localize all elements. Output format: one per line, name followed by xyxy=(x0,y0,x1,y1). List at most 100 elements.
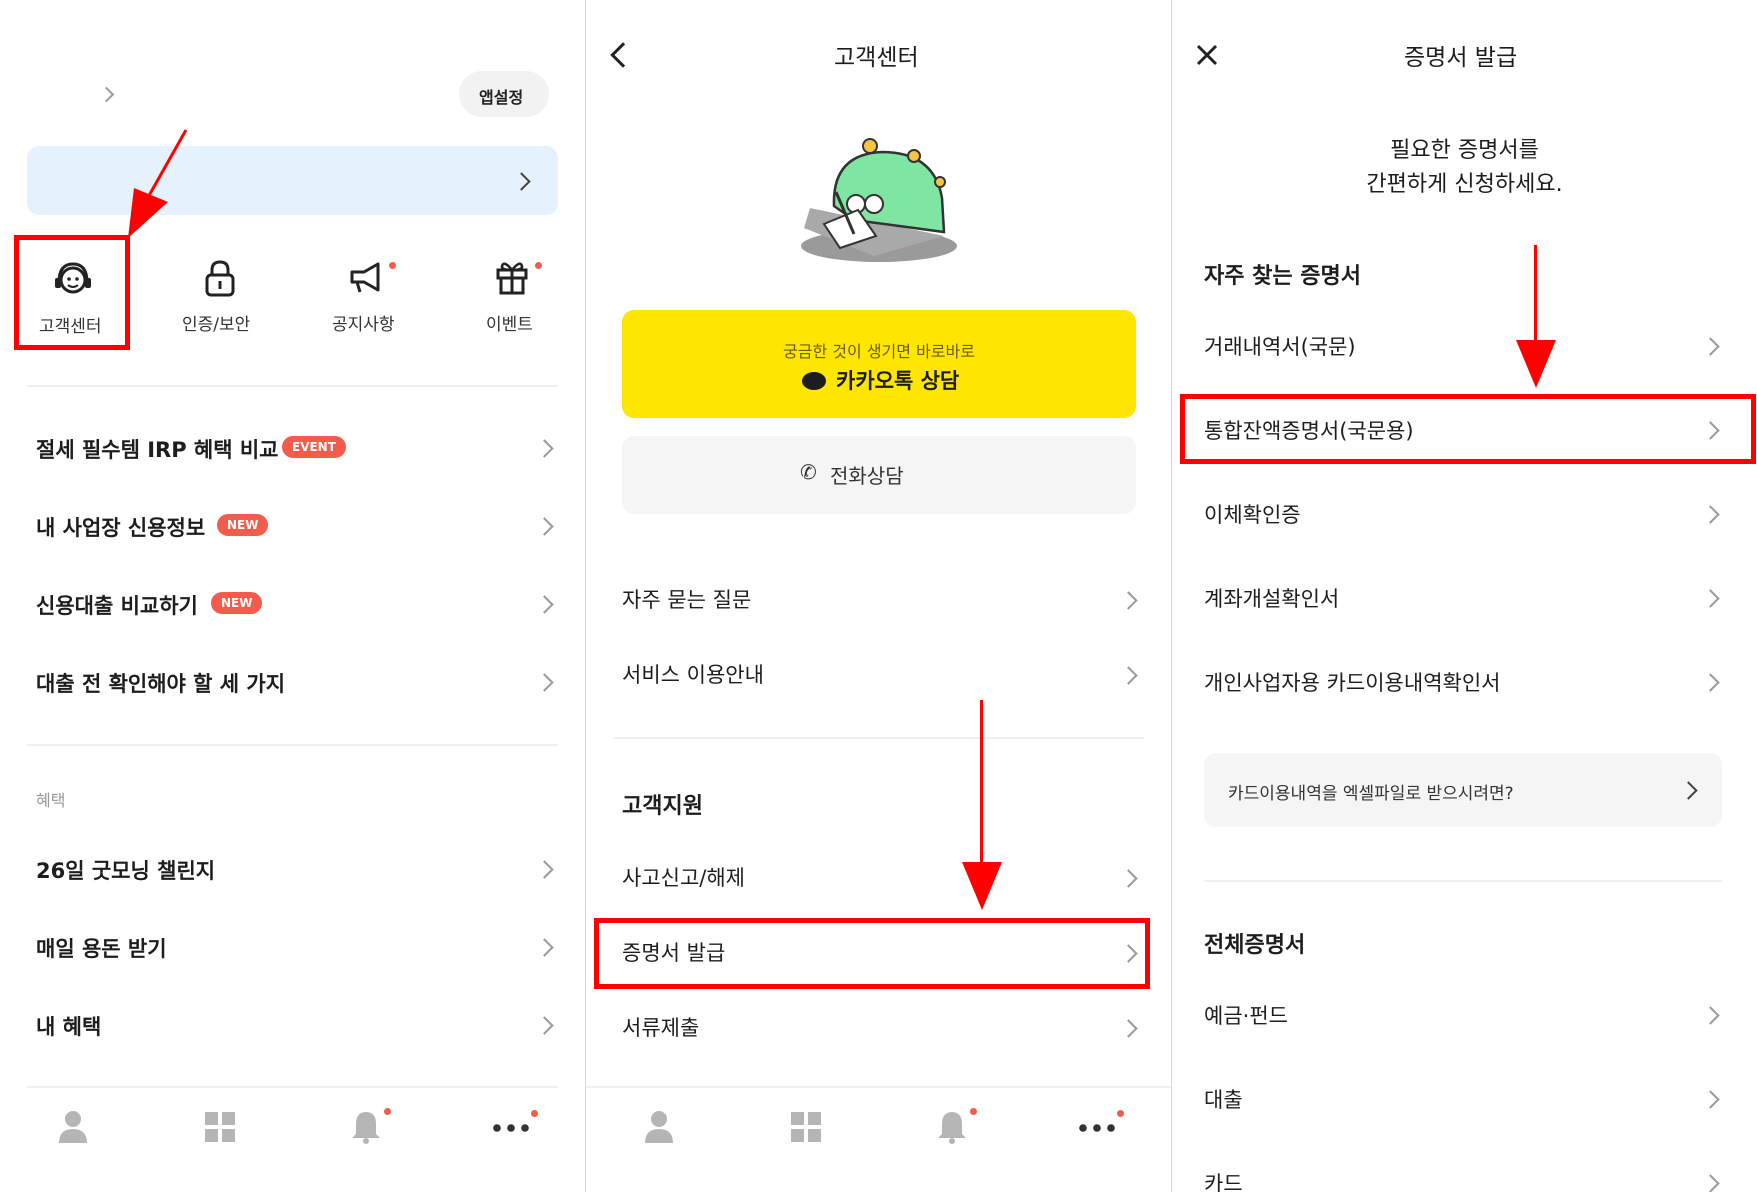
red-arrow-head xyxy=(962,862,1002,910)
kakao-chat-button[interactable]: 궁금한 것이 생기면 바로바로 카카오톡 상담 xyxy=(622,310,1136,418)
all-item-label: 카드 xyxy=(1204,1172,1243,1192)
list-item[interactable]: 내 사업장 신용정보 NEW xyxy=(36,506,556,546)
app-settings-button[interactable]: 앱설정 xyxy=(459,71,549,117)
frequent-item-label: 개인사업자용 카드이용내역확인서 xyxy=(1204,671,1501,695)
frequent-item-label: 거래내역서(국문) xyxy=(1204,335,1356,359)
more-new-dot xyxy=(1117,1110,1124,1117)
divider xyxy=(27,1086,558,1088)
quick-menu-notice[interactable]: 공지사항 xyxy=(306,250,426,340)
divider xyxy=(27,385,558,387)
top-banner[interactable] xyxy=(27,146,558,215)
quick-menu-event[interactable]: 이벤트 xyxy=(452,250,572,340)
divider xyxy=(614,737,1144,739)
benefit-item[interactable]: 매일 용돈 받기 xyxy=(36,927,556,967)
grid-icon[interactable] xyxy=(205,1112,235,1142)
all-item[interactable]: 카드 xyxy=(1204,1162,1726,1192)
list-item-label: 절세 필수템 IRP 혜택 비교 xyxy=(36,438,279,462)
lock-icon xyxy=(205,260,235,297)
kakao-sub-label: 궁금한 것이 생기면 바로바로 xyxy=(783,342,975,361)
profile-chevron-icon[interactable] xyxy=(98,86,115,103)
person-icon[interactable] xyxy=(58,1110,88,1144)
chevron-right-icon xyxy=(1119,869,1138,888)
close-icon[interactable] xyxy=(1196,44,1218,66)
chevron-right-icon xyxy=(535,860,554,879)
frequent-item[interactable]: 거래내역서(국문) xyxy=(1204,325,1726,365)
panel-customer-center: 고객센터 궁금한 것이 생기면 바로바로 카카오톡 상담 ✆ 전화상담 자주 묻… xyxy=(586,0,1171,1192)
list-item[interactable]: 신용대출 비교하기 NEW xyxy=(36,584,556,624)
benefit-item-label: 매일 용돈 받기 xyxy=(36,937,167,961)
red-arrow-annotation xyxy=(128,129,188,238)
chevron-right-icon xyxy=(1701,589,1720,608)
gift-icon xyxy=(496,262,528,295)
excel-download-banner[interactable]: 카드이용내역을 엑셀파일로 받으시려면? xyxy=(1204,753,1722,827)
all-item[interactable]: 대출 xyxy=(1204,1078,1726,1118)
support-item-label: 사고신고/해제 xyxy=(622,866,745,890)
list-item-label: 대출 전 확인해야 할 세 가지 xyxy=(36,672,286,696)
support-item[interactable]: 서류제출 xyxy=(622,1006,1142,1046)
new-badge: NEW xyxy=(211,592,263,614)
excel-banner-label: 카드이용내역을 엑셀파일로 받으시려면? xyxy=(1228,784,1514,804)
chevron-right-icon xyxy=(535,595,554,614)
back-icon[interactable] xyxy=(610,42,636,68)
bell-new-dot xyxy=(970,1108,977,1115)
red-arrow-head xyxy=(1516,340,1556,388)
frequent-item[interactable]: 이체확인증 xyxy=(1204,493,1726,533)
panel-more-menu: 앱설정 고객센터 인증/보안 공지사항 이벤트 절세 필수템 IRP 혜택 비교… xyxy=(0,0,585,1192)
phone-consult-button[interactable]: ✆ 전화상담 xyxy=(622,436,1136,514)
menu-item[interactable]: 서비스 이용안내 xyxy=(622,653,1142,693)
menu-item[interactable]: 자주 묻는 질문 xyxy=(622,578,1142,618)
event-badge: EVENT xyxy=(282,436,346,458)
bell-icon[interactable] xyxy=(352,1110,380,1144)
divider xyxy=(1204,880,1722,882)
support-heading: 고객지원 xyxy=(622,794,703,819)
speech-bubble-icon xyxy=(802,372,826,390)
frequent-item[interactable]: 계좌개설확인서 xyxy=(1204,577,1726,617)
list-item-label: 신용대출 비교하기 xyxy=(36,594,198,618)
frequent-item[interactable]: 개인사업자용 카드이용내역확인서 xyxy=(1204,661,1726,701)
menu-item-label: 서비스 이용안내 xyxy=(622,663,764,687)
all-item-label: 예금·펀드 xyxy=(1204,1004,1288,1028)
all-item-label: 대출 xyxy=(1204,1088,1243,1112)
benefit-item-label: 26일 굿모닝 챌린지 xyxy=(36,859,216,883)
list-item[interactable]: 절세 필수템 IRP 혜택 비교 EVENT xyxy=(36,428,556,468)
more-dots-icon[interactable] xyxy=(493,1124,529,1132)
benefit-item[interactable]: 26일 굿모닝 챌린지 xyxy=(36,849,556,889)
all-item[interactable]: 예금·펀드 xyxy=(1204,994,1726,1034)
chevron-right-icon xyxy=(1119,666,1138,685)
quick-menu-label: 이벤트 xyxy=(486,315,533,335)
list-item[interactable]: 대출 전 확인해야 할 세 가지 xyxy=(36,662,556,702)
frequent-item-label: 계좌개설확인서 xyxy=(1204,587,1340,611)
bell-icon[interactable] xyxy=(938,1110,966,1144)
support-item[interactable]: 사고신고/해제 xyxy=(622,856,1142,896)
panel-certificate-issue: 증명서 발급 필요한 증명서를 간편하게 신청하세요. 자주 찾는 증명서 거래… xyxy=(1172,0,1757,1192)
chevron-right-icon xyxy=(1701,1174,1720,1192)
more-dots-icon[interactable] xyxy=(1079,1124,1115,1132)
new-badge: NEW xyxy=(217,514,269,536)
bell-new-dot xyxy=(384,1108,391,1115)
more-new-dot xyxy=(531,1110,538,1117)
megaphone-icon xyxy=(350,262,380,293)
frequent-item-label: 이체확인증 xyxy=(1204,503,1301,527)
chevron-right-icon xyxy=(1701,1006,1720,1025)
chevron-right-icon xyxy=(1679,781,1698,800)
chevron-right-icon xyxy=(1701,1090,1720,1109)
menu-item-label: 자주 묻는 질문 xyxy=(622,588,752,612)
chevron-right-icon xyxy=(535,938,554,957)
chevron-right-icon xyxy=(535,673,554,692)
highlight-box-integrated-balance xyxy=(1180,394,1756,464)
highlight-box-certificate xyxy=(594,918,1150,989)
all-heading: 전체증명서 xyxy=(1204,933,1306,958)
red-arrow-annotation xyxy=(1534,245,1537,355)
person-icon[interactable] xyxy=(644,1110,674,1144)
benefit-item[interactable]: 내 혜택 xyxy=(36,1005,556,1045)
banner-chevron-icon xyxy=(512,172,531,191)
list-item-label: 내 사업장 신용정보 xyxy=(36,516,206,540)
chevron-right-icon xyxy=(1119,1019,1138,1038)
intro-line-1: 필요한 증명서를 xyxy=(1390,138,1539,163)
phone-consult-label: 전화상담 xyxy=(830,464,904,488)
grid-icon[interactable] xyxy=(791,1112,821,1142)
quick-menu-auth-security[interactable]: 인증/보안 xyxy=(160,250,280,340)
divider xyxy=(586,1086,1171,1088)
benefit-section-label: 혜택 xyxy=(36,791,66,810)
page-title: 증명서 발급 xyxy=(1404,45,1518,71)
